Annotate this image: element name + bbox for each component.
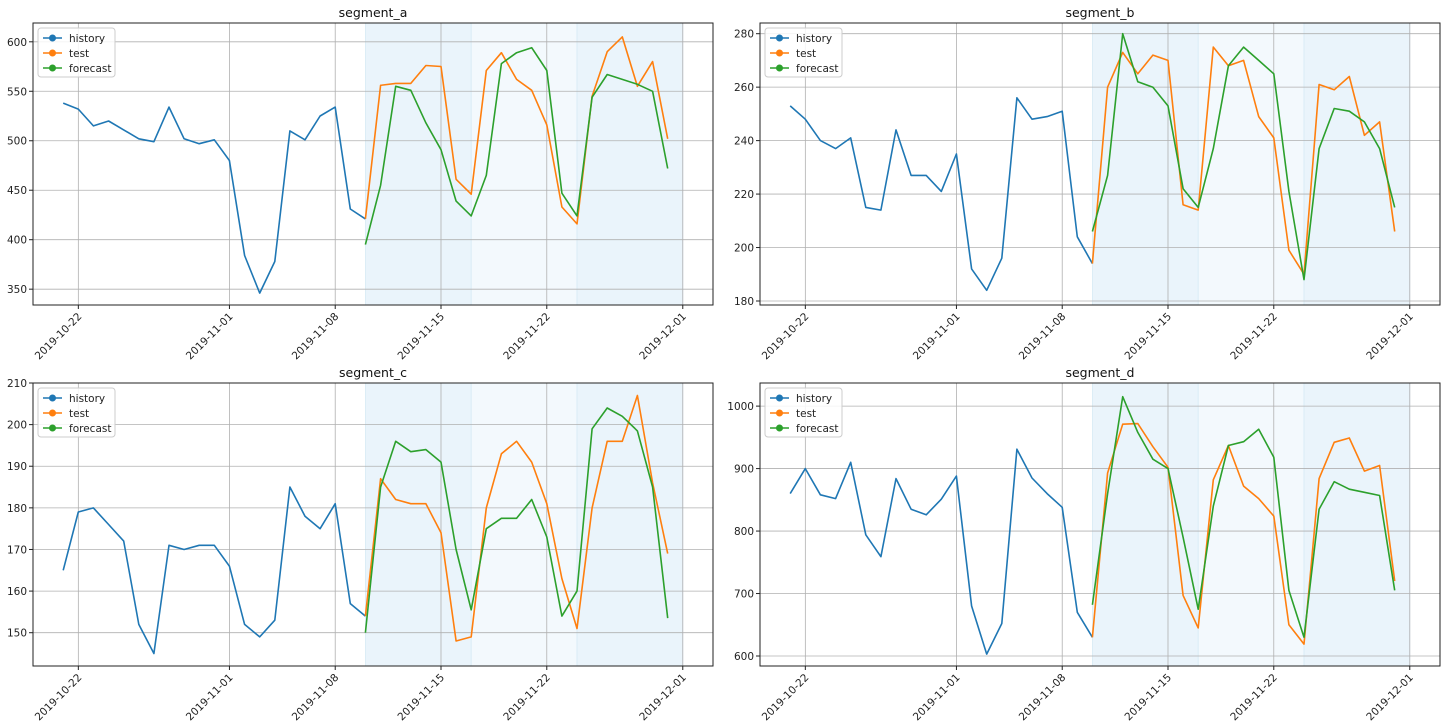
y-tick-label: 200	[7, 420, 27, 432]
legend-label-forecast: forecast	[69, 63, 111, 75]
y-tick-label: 400	[7, 235, 27, 247]
fold-span	[1303, 382, 1411, 667]
y-tick-label: 170	[7, 544, 27, 556]
x-tick-label: 2019-11-01	[184, 672, 236, 724]
y-tick-label: 220	[734, 189, 754, 201]
legend-label-history: history	[796, 393, 832, 405]
y-tick-label: 180	[7, 503, 27, 515]
x-tick-label: 2019-11-22	[501, 672, 553, 724]
legend-marker-test	[776, 409, 783, 417]
legend-label-history: history	[796, 33, 832, 45]
legend-marker-forecast	[776, 424, 783, 432]
x-tick-label: 2019-11-22	[1228, 672, 1280, 724]
legend-marker-forecast	[49, 424, 56, 432]
subplot-segment_c: 2019-10-22 2019-11-01 2019-11-08 2019-11-15…	[7, 365, 714, 724]
legend-marker-test	[49, 409, 56, 417]
fold-span	[1303, 22, 1411, 306]
y-tick-label: 280	[734, 29, 754, 41]
x-tick-label: 2019-12-01	[1364, 311, 1416, 363]
subplot-segment_d: 2019-10-22 2019-11-01 2019-11-08 2019-11-15…	[727, 365, 1441, 724]
y-tick-label: 900	[734, 464, 754, 476]
fold-span	[576, 382, 684, 667]
x-tick-label: 2019-12-01	[637, 672, 689, 724]
x-tick-label: 2019-11-01	[184, 311, 236, 363]
legend-marker-test	[49, 49, 56, 57]
legend-label-test: test	[69, 48, 89, 60]
y-tick-label: 240	[734, 136, 754, 148]
x-tick-label: 2019-10-22	[33, 672, 85, 724]
subplot-segment_a: 2019-10-22 2019-11-01 2019-11-08 2019-11-15…	[7, 5, 714, 363]
x-tick-label: 2019-11-15	[395, 672, 447, 724]
series-line-history	[62, 486, 366, 655]
x-tick-label: 2019-11-15	[395, 311, 447, 363]
legend-marker-forecast	[49, 64, 56, 72]
fold-span	[365, 22, 472, 306]
legend-label-forecast: forecast	[796, 63, 838, 75]
y-tick-label: 700	[734, 589, 754, 601]
x-tick-label: 2019-11-08	[1017, 672, 1069, 724]
legend: history test forecast	[764, 387, 843, 438]
x-tick-label: 2019-11-08	[290, 311, 342, 363]
x-tick-label: 2019-11-15	[1122, 311, 1174, 363]
series-line-history	[62, 102, 366, 294]
y-tick-label: 600	[7, 37, 27, 49]
x-tick-label: 2019-11-15	[1122, 672, 1174, 724]
legend-label-forecast: forecast	[796, 423, 838, 435]
legend-marker-history	[776, 394, 783, 402]
y-tick-label: 350	[7, 284, 27, 296]
legend-marker-history	[776, 34, 783, 42]
x-tick-label: 2019-11-08	[1017, 311, 1069, 363]
x-tick-label: 2019-11-22	[1228, 311, 1280, 363]
subplot-segment_b: 2019-10-22 2019-11-01 2019-11-08 2019-11-15…	[734, 5, 1441, 363]
y-tick-label: 800	[734, 526, 754, 538]
figure: 2019-10-22 2019-11-01 2019-11-08 2019-11-15…	[7, 5, 1441, 724]
y-tick-label: 160	[7, 586, 27, 598]
y-tick-label: 600	[734, 651, 754, 663]
x-tick-label: 2019-12-01	[637, 311, 689, 363]
fold-span	[1092, 382, 1199, 667]
y-tick-label: 150	[7, 628, 27, 640]
legend-marker-test	[776, 49, 783, 57]
fold-span	[470, 382, 578, 667]
series-line-history	[789, 448, 1094, 655]
legend: history test forecast	[764, 27, 843, 78]
fold-span	[365, 382, 472, 667]
legend-label-history: history	[69, 393, 105, 405]
y-tick-label: 190	[7, 461, 27, 473]
y-tick-label: 260	[734, 82, 754, 94]
legend-marker-history	[49, 394, 56, 402]
x-tick-label: 2019-11-22	[501, 311, 553, 363]
subplot-title: segment_d	[1065, 365, 1134, 380]
y-tick-label: 180	[734, 296, 754, 308]
legend-label-test: test	[796, 408, 816, 420]
y-tick-label: 1000	[727, 401, 754, 413]
y-tick-label: 450	[7, 185, 27, 197]
x-tick-label: 2019-10-22	[760, 311, 812, 363]
x-tick-label: 2019-10-22	[33, 311, 85, 363]
fold-span	[1197, 22, 1305, 306]
legend-label-history: history	[69, 33, 105, 45]
legend-label-test: test	[69, 408, 89, 420]
legend-label-test: test	[796, 48, 816, 60]
y-tick-label: 550	[7, 86, 27, 98]
y-tick-label: 200	[734, 243, 754, 255]
x-tick-label: 2019-11-01	[911, 672, 963, 724]
x-tick-label: 2019-11-01	[911, 311, 963, 363]
legend: history test forecast	[37, 387, 116, 438]
legend: history test forecast	[37, 27, 116, 78]
x-tick-label: 2019-11-08	[290, 672, 342, 724]
legend-marker-history	[49, 34, 56, 42]
x-tick-label: 2019-12-01	[1364, 672, 1416, 724]
x-tick-label: 2019-10-22	[760, 672, 812, 724]
subplot-title: segment_b	[1065, 5, 1134, 20]
subplot-title: segment_c	[339, 365, 407, 380]
subplot-title: segment_a	[339, 5, 408, 20]
y-tick-label: 500	[7, 136, 27, 148]
legend-marker-forecast	[776, 64, 783, 72]
legend-label-forecast: forecast	[69, 423, 111, 435]
y-tick-label: 210	[7, 378, 27, 390]
